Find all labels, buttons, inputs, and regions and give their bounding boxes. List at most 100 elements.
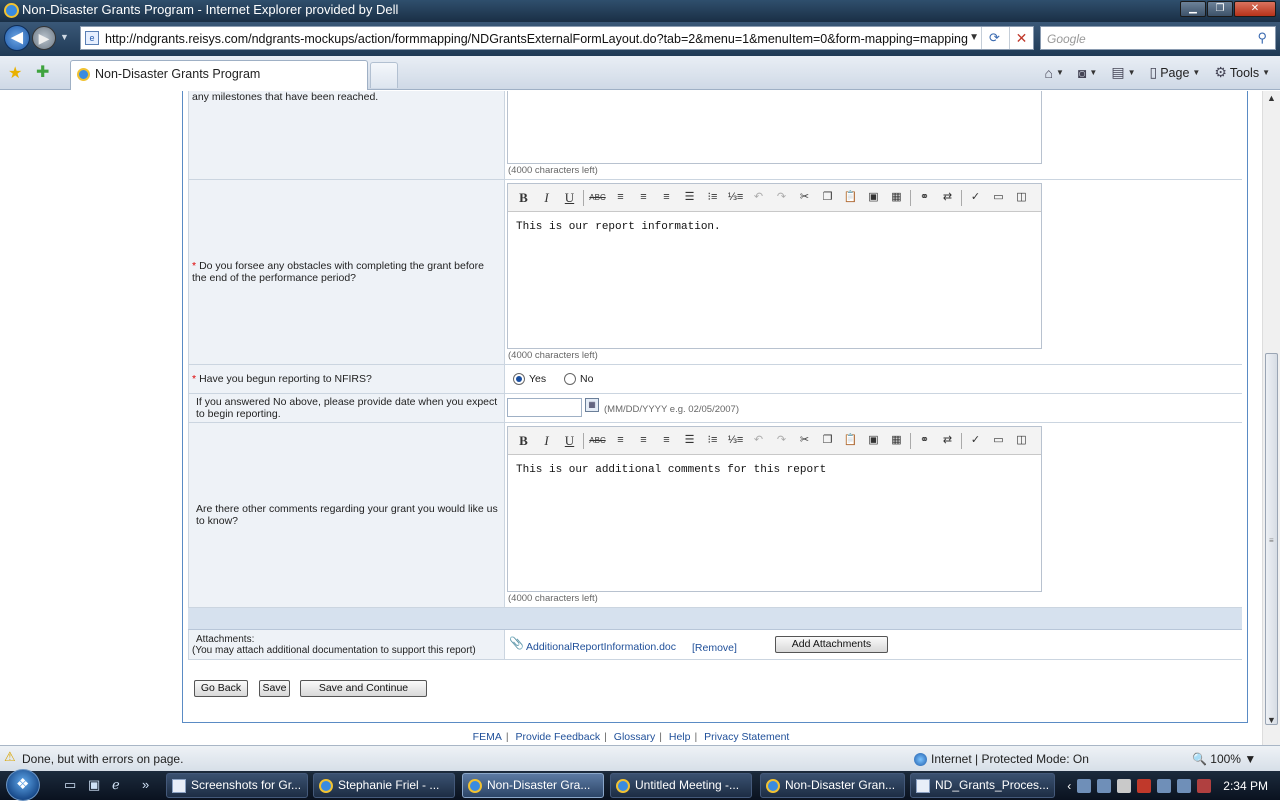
switch-windows-icon[interactable]: ▣	[88, 777, 100, 793]
italic-icon[interactable]: I	[537, 431, 556, 450]
paste-icon[interactable]: 📋	[841, 431, 860, 450]
undo-icon[interactable]: ↶	[749, 188, 768, 207]
italic-icon[interactable]: I	[537, 188, 556, 207]
quicklaunch-overflow-icon[interactable]: »	[142, 777, 149, 792]
replace-icon[interactable]: ⇄	[938, 188, 957, 207]
refresh-icon[interactable]: ⟳	[981, 27, 1007, 49]
address-url[interactable]: http://ndgrants.reisys.com/ndgrants-mock…	[105, 32, 995, 46]
close-button[interactable]: ✕	[1234, 1, 1276, 17]
tray-device-icon[interactable]	[1157, 778, 1172, 793]
copy-icon[interactable]: ❐	[818, 431, 837, 450]
tray-volume-icon[interactable]	[1197, 778, 1212, 793]
redo-icon[interactable]: ↷	[772, 431, 791, 450]
feeds-button[interactable]: ◙ ▼	[1074, 63, 1101, 83]
start-button[interactable]	[6, 769, 40, 801]
nfirs-no-radio[interactable]	[563, 373, 576, 386]
stop-icon[interactable]: ✕	[1009, 27, 1033, 49]
print-button[interactable]: ▤ ▼	[1107, 62, 1139, 83]
maximize-editor-icon[interactable]: ◫	[1012, 188, 1031, 207]
tray-people-icon[interactable]	[1077, 778, 1092, 793]
justify-icon[interactable]: ☰	[680, 188, 699, 207]
justify-icon[interactable]: ☰	[680, 431, 699, 450]
tools-menu[interactable]: ⚙ Tools ▼	[1210, 62, 1274, 83]
align-right-icon[interactable]: ≡	[657, 188, 676, 207]
footer-link-privacy[interactable]: Privacy Statement	[704, 731, 789, 743]
find-icon[interactable]: ⚭	[915, 431, 934, 450]
warning-icon[interactable]	[4, 749, 18, 765]
align-left-icon[interactable]: ≡	[611, 188, 630, 207]
bullet-list-icon[interactable]: ⁝≡	[703, 431, 722, 450]
cut-icon[interactable]: ✂	[795, 431, 814, 450]
minimize-button[interactable]: ▁	[1180, 1, 1206, 17]
align-center-icon[interactable]: ≡	[634, 431, 653, 450]
align-right-icon[interactable]: ≡	[657, 431, 676, 450]
zoom-level[interactable]: 🔍 100% ▼	[1192, 752, 1256, 766]
add-favorites-icon[interactable]: ✚	[36, 62, 49, 82]
security-zone[interactable]: Internet | Protected Mode: On	[914, 752, 1089, 767]
scrollbar-thumb[interactable]: ≡	[1265, 353, 1278, 725]
bullet-list-icon[interactable]: ⁝≡	[703, 188, 722, 207]
maximize-editor-icon[interactable]: ◫	[1012, 431, 1031, 450]
bold-icon[interactable]: B	[514, 188, 533, 207]
spellcheck-icon[interactable]: ✓	[966, 188, 985, 207]
tab-non-disaster-grants[interactable]: Non-Disaster Grants Program	[70, 60, 368, 90]
strikethrough-icon[interactable]: ABC	[588, 431, 607, 450]
status-text[interactable]: Done, but with errors on page.	[22, 752, 183, 766]
footer-link-fema[interactable]: FEMA	[473, 731, 502, 743]
expected-date-input[interactable]	[507, 398, 582, 417]
taskbar-item-nd-grants-active[interactable]: Non-Disaster Gra...	[462, 773, 604, 798]
obstacles-answer-text[interactable]: This is our report information.	[508, 212, 1041, 242]
numbered-list-icon[interactable]: ⅓≡	[726, 431, 745, 450]
go-back-button[interactable]: Go Back	[194, 680, 248, 697]
add-attachments-button[interactable]: Add Attachments	[775, 636, 888, 653]
find-icon[interactable]: ⚭	[915, 188, 934, 207]
search-box[interactable]: Google ⚲	[1040, 26, 1276, 50]
cut-icon[interactable]: ✂	[795, 188, 814, 207]
forward-button[interactable]: ▶	[32, 26, 56, 50]
home-button[interactable]: ⌂ ▼	[1041, 63, 1068, 83]
new-tab-button[interactable]	[370, 62, 398, 88]
save-and-continue-button[interactable]: Save and Continue	[300, 680, 427, 697]
numbered-list-icon[interactable]: ⅓≡	[726, 188, 745, 207]
address-bar[interactable]: e http://ndgrants.reisys.com/ndgrants-mo…	[80, 26, 1034, 50]
spellcheck-icon[interactable]: ✓	[966, 431, 985, 450]
redo-icon[interactable]: ↷	[772, 188, 791, 207]
taskbar-item-stephanie[interactable]: Stephanie Friel - ...	[313, 773, 455, 798]
scroll-up-icon[interactable]: ▲	[1267, 93, 1276, 103]
back-button[interactable]: ◀	[4, 25, 30, 51]
comments-editor[interactable]: B I U ABC ≡ ≡ ≡ ☰ ⁝≡ ⅓≡ ↶ ↷ ✂ ❐ 📋 ▣ ▦ ⚭ …	[507, 426, 1042, 592]
calendar-icon[interactable]: ▦	[585, 398, 599, 412]
recent-pages-dropdown[interactable]: ▼	[60, 32, 69, 42]
footer-link-glossary[interactable]: Glossary	[614, 731, 655, 743]
attachment-file-link[interactable]: AdditionalReportInformation.doc	[526, 641, 676, 653]
taskbar-item-nd-grants-2[interactable]: Non-Disaster Gran...	[760, 773, 905, 798]
replace-icon[interactable]: ⇄	[938, 431, 957, 450]
address-dropdown-icon[interactable]: ▼	[969, 32, 979, 43]
copy-icon[interactable]: ❐	[818, 188, 837, 207]
paste-icon[interactable]: 📋	[841, 188, 860, 207]
underline-icon[interactable]: U	[560, 431, 579, 450]
source-icon[interactable]: ▭	[989, 188, 1008, 207]
search-icon[interactable]: ⚲	[1257, 30, 1267, 46]
comments-answer-text[interactable]: This is our additional comments for this…	[508, 455, 1041, 485]
paste-word-icon[interactable]: ▦	[887, 188, 906, 207]
tray-monitor-icon[interactable]	[1177, 778, 1192, 793]
strikethrough-icon[interactable]: ABC	[588, 188, 607, 207]
paste-text-icon[interactable]: ▣	[864, 431, 883, 450]
paste-text-icon[interactable]: ▣	[864, 188, 883, 207]
remove-attachment-link[interactable]: [Remove]	[692, 642, 737, 654]
taskbar-item-nd-grants-process[interactable]: ND_Grants_Proces...	[910, 773, 1055, 798]
ie-quicklaunch-icon[interactable]: ℯ	[112, 777, 120, 793]
favorites-star-icon[interactable]: ★	[8, 63, 22, 83]
tray-mcafee-icon[interactable]	[1137, 778, 1152, 793]
paste-word-icon[interactable]: ▦	[887, 431, 906, 450]
align-center-icon[interactable]: ≡	[634, 188, 653, 207]
tray-expand-icon[interactable]: ‹	[1067, 779, 1071, 793]
vertical-scrollbar[interactable]: ▲ ≡ ▼	[1262, 91, 1280, 745]
taskbar-item-meeting[interactable]: Untitled Meeting -...	[610, 773, 752, 798]
milestones-editor[interactable]	[507, 91, 1042, 164]
taskbar-item-screenshots[interactable]: Screenshots for Gr...	[166, 773, 308, 798]
obstacles-editor[interactable]: B I U ABC ≡ ≡ ≡ ☰ ⁝≡ ⅓≡ ↶ ↷ ✂ ❐ 📋 ▣ ▦ ⚭ …	[507, 183, 1042, 349]
nfirs-yes-radio[interactable]	[513, 373, 525, 386]
align-left-icon[interactable]: ≡	[611, 431, 630, 450]
